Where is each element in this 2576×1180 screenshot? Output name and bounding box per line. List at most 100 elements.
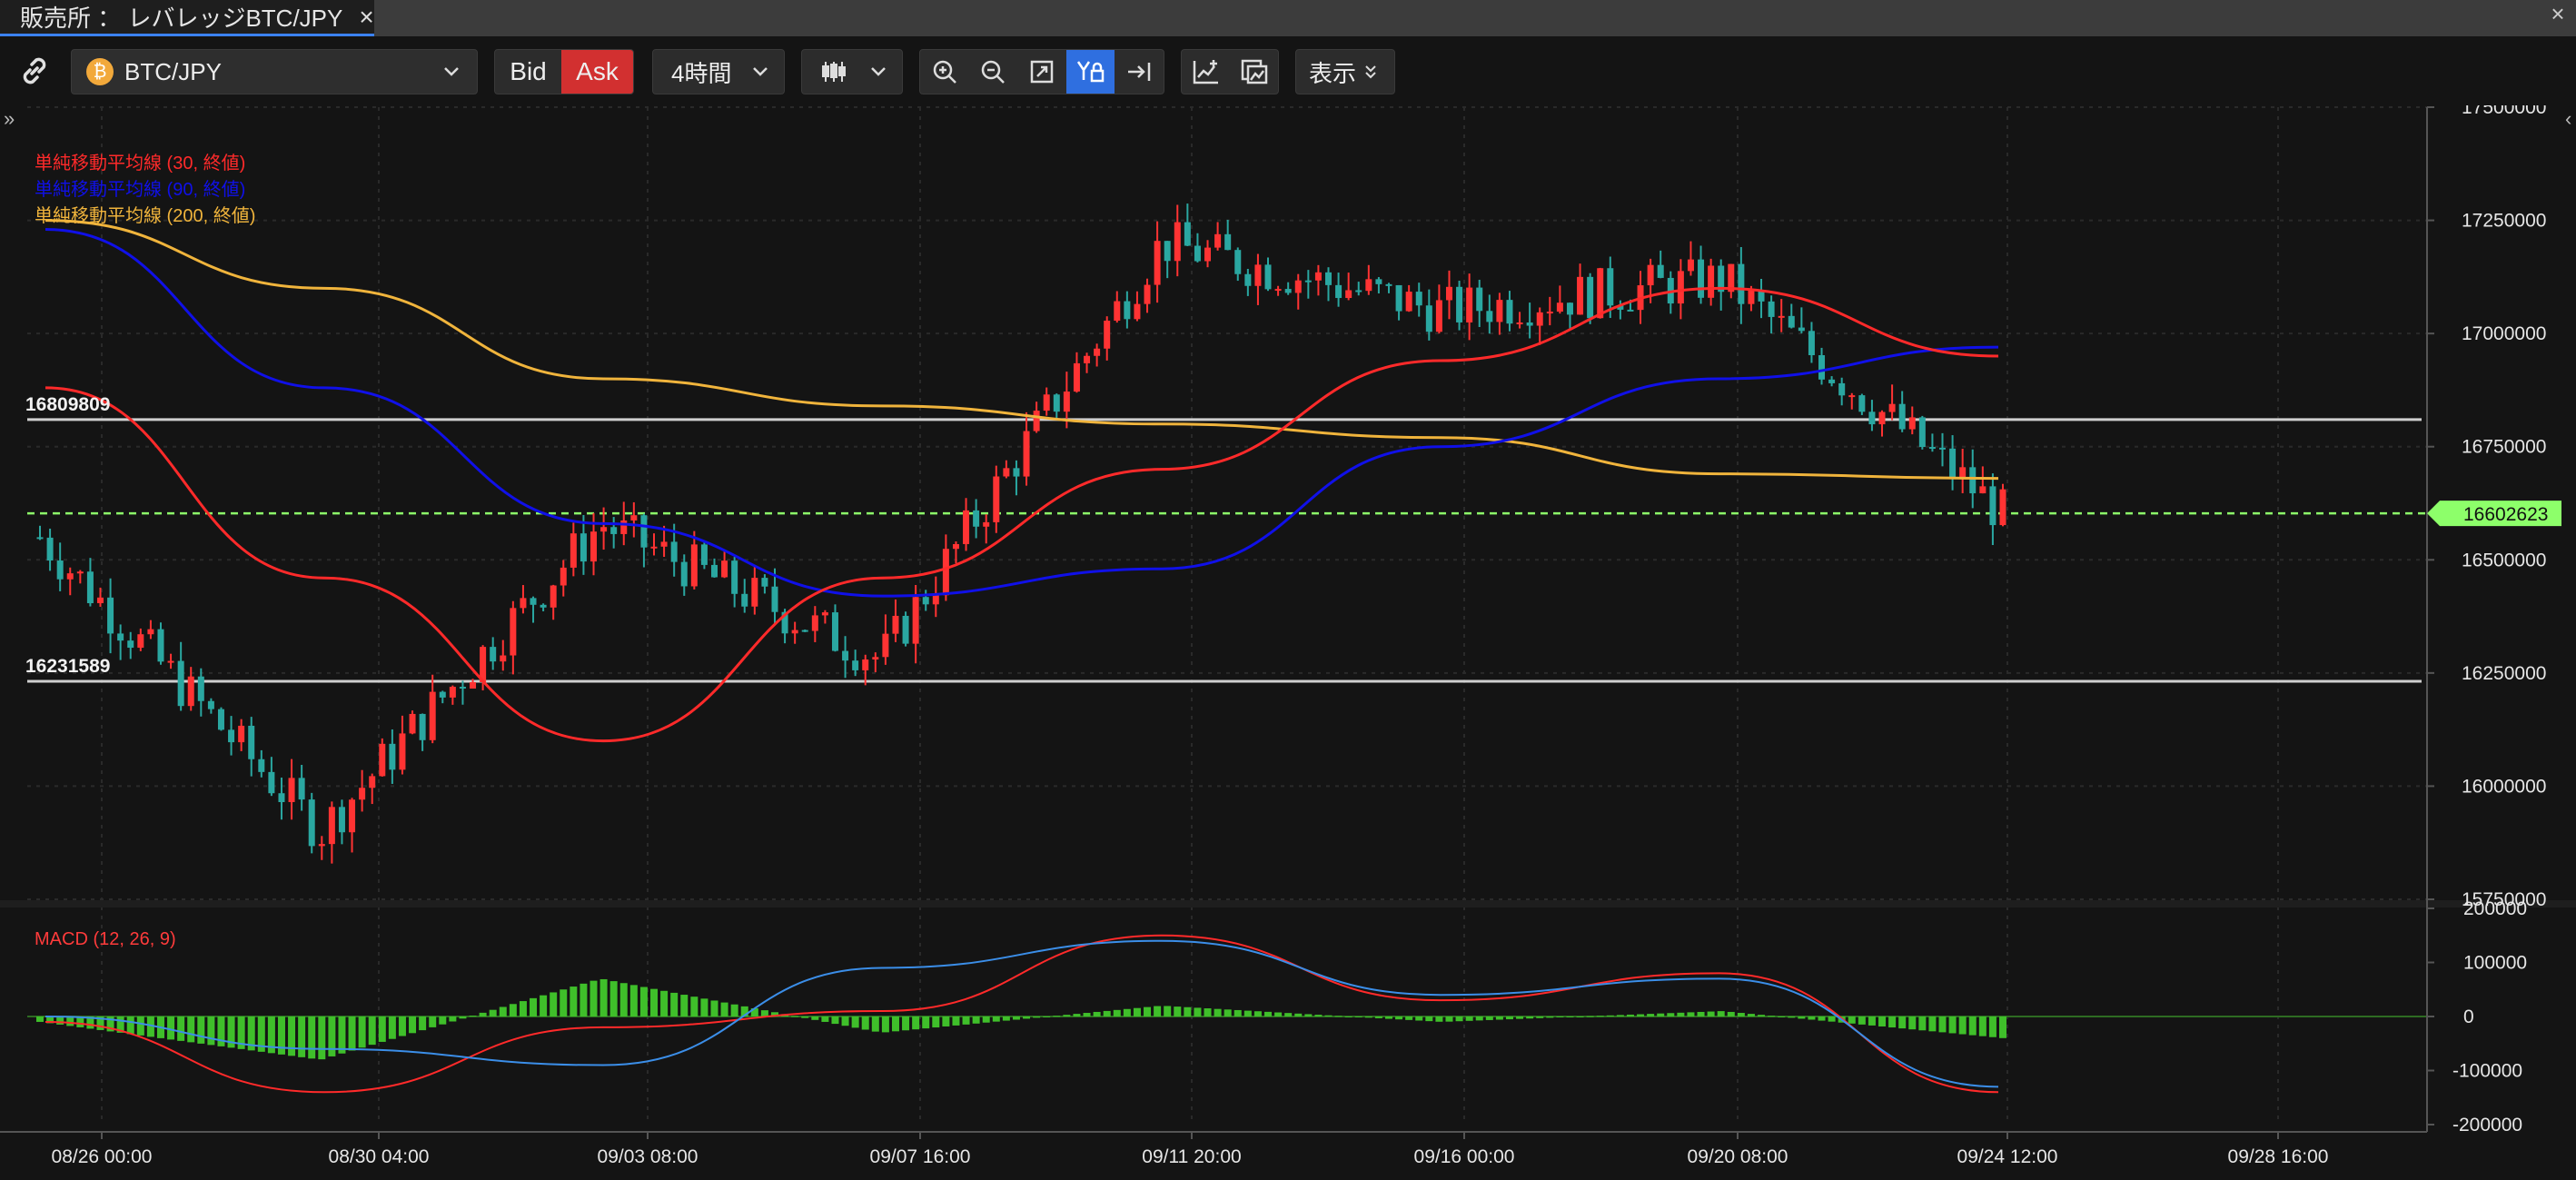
candle[interactable]	[1073, 362, 1080, 392]
candle[interactable]	[258, 759, 265, 772]
candle[interactable]	[680, 561, 688, 587]
candle[interactable]	[1999, 489, 2006, 526]
candle[interactable]	[1184, 222, 1191, 246]
candle[interactable]	[580, 533, 587, 562]
candle[interactable]	[1294, 280, 1302, 293]
candle[interactable]	[510, 608, 517, 656]
candle[interactable]	[217, 709, 224, 730]
candle[interactable]	[670, 541, 678, 562]
candle[interactable]	[1536, 312, 1543, 326]
candle[interactable]	[1888, 403, 1896, 412]
candle[interactable]	[419, 713, 426, 740]
chart-area[interactable]: 15750000 16000000 16250000 16500000 16750000…	[0, 97, 2576, 1175]
candle[interactable]	[1174, 222, 1181, 262]
candle[interactable]	[399, 733, 406, 770]
candle[interactable]	[660, 541, 668, 547]
candle[interactable]	[369, 776, 376, 788]
candle[interactable]	[862, 659, 869, 670]
candle[interactable]	[177, 660, 184, 707]
candle[interactable]	[1214, 233, 1222, 248]
candle[interactable]	[963, 510, 970, 544]
candle[interactable]	[842, 650, 849, 661]
candle[interactable]	[1304, 280, 1312, 283]
candle[interactable]	[1425, 305, 1432, 332]
candle[interactable]	[570, 533, 577, 568]
candle[interactable]	[590, 531, 598, 562]
candle[interactable]	[1607, 268, 1614, 306]
candle[interactable]	[1848, 395, 1856, 398]
window-tab[interactable]: 販売所 ： レバレッジBTC/JPY ×	[0, 0, 374, 36]
candle[interactable]	[338, 807, 345, 833]
candle[interactable]	[1878, 412, 1886, 425]
candle[interactable]	[710, 564, 718, 578]
candle[interactable]	[459, 687, 466, 689]
candle[interactable]	[207, 700, 214, 709]
candle[interactable]	[1003, 468, 1010, 477]
candle[interactable]	[107, 597, 114, 634]
candle[interactable]	[1314, 272, 1322, 281]
candle[interactable]	[278, 793, 285, 802]
candle[interactable]	[1284, 289, 1292, 293]
add-indicator-icon[interactable]	[1182, 50, 1230, 94]
symbol-select[interactable]: ₿ BTC/JPY	[71, 49, 478, 94]
candle[interactable]	[197, 676, 204, 701]
candle[interactable]	[328, 807, 335, 845]
candle[interactable]	[912, 597, 919, 644]
interval-select[interactable]: 4時間	[652, 49, 785, 94]
candle[interactable]	[902, 615, 909, 644]
candle[interactable]	[288, 778, 295, 802]
auto-scale-icon[interactable]	[1065, 50, 1115, 94]
candle[interactable]	[1698, 259, 1705, 298]
candle[interactable]	[1979, 486, 1986, 494]
candle[interactable]	[1466, 287, 1473, 322]
candle[interactable]	[1969, 467, 1977, 494]
candle[interactable]	[1084, 355, 1091, 363]
candle[interactable]	[1486, 311, 1493, 322]
candle[interactable]	[1435, 300, 1442, 332]
candle[interactable]	[1748, 290, 1755, 304]
candle[interactable]	[308, 799, 315, 847]
candle[interactable]	[751, 578, 758, 607]
candle[interactable]	[690, 544, 698, 587]
candle[interactable]	[1104, 321, 1111, 349]
candle[interactable]	[791, 630, 798, 634]
candle[interactable]	[1114, 301, 1121, 322]
candle[interactable]	[449, 687, 456, 698]
fit-icon[interactable]	[1017, 50, 1066, 94]
candle[interactable]	[1818, 355, 1826, 380]
candle[interactable]	[1506, 300, 1513, 324]
candle[interactable]	[1445, 286, 1452, 301]
candle[interactable]	[86, 571, 94, 604]
candle[interactable]	[379, 743, 386, 777]
candle[interactable]	[1094, 348, 1101, 356]
link-icon[interactable]	[15, 51, 54, 91]
candle[interactable]	[801, 630, 808, 632]
candle[interactable]	[1345, 290, 1352, 299]
candle[interactable]	[1627, 309, 1634, 312]
candle[interactable]	[157, 629, 164, 662]
candle[interactable]	[1858, 395, 1866, 412]
candle[interactable]	[1556, 302, 1563, 312]
candle[interactable]	[1526, 322, 1533, 326]
candle[interactable]	[630, 515, 638, 521]
candle[interactable]	[1928, 447, 1936, 450]
candle[interactable]	[761, 578, 768, 587]
candle[interactable]	[700, 544, 708, 565]
candle[interactable]	[1124, 301, 1131, 320]
candle[interactable]	[741, 593, 748, 607]
candle[interactable]	[439, 691, 446, 698]
candle[interactable]	[349, 799, 356, 833]
candle[interactable]	[490, 647, 497, 662]
candle[interactable]	[872, 657, 879, 659]
candle[interactable]	[540, 604, 547, 608]
candle[interactable]	[56, 560, 64, 580]
candle[interactable]	[389, 743, 396, 770]
candle[interactable]	[831, 612, 838, 651]
candle[interactable]	[1244, 273, 1252, 286]
candle[interactable]	[470, 681, 477, 689]
candle[interactable]	[731, 560, 738, 594]
ask-button[interactable]: Ask	[561, 50, 633, 94]
candle[interactable]	[228, 729, 235, 743]
candle[interactable]	[1868, 412, 1876, 425]
candle[interactable]	[1415, 292, 1422, 306]
